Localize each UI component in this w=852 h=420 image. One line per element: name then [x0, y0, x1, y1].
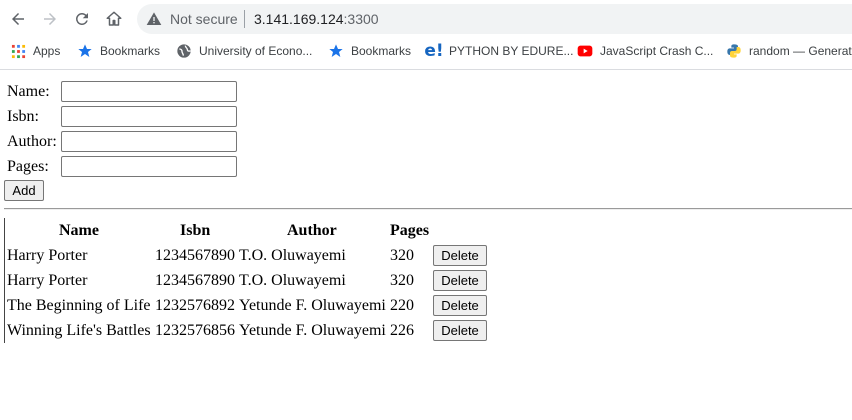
omnibox-separator: [244, 10, 245, 28]
bookmark-javascript-crash[interactable]: JavaScript Crash C...: [577, 43, 713, 59]
delete-button[interactable]: Delete: [433, 320, 487, 341]
horizontal-rule: [4, 208, 852, 210]
url-text[interactable]: 3.141.169.124:3300: [254, 11, 379, 27]
bookmark-random[interactable]: random — Generat: [726, 43, 852, 59]
bookmark-bookmarks[interactable]: Bookmarks: [77, 43, 160, 59]
bookmark-bookmarks-2[interactable]: Bookmarks: [328, 43, 411, 59]
cell-pages: 226: [390, 322, 414, 339]
add-button[interactable]: Add: [4, 180, 44, 201]
warning-triangle-icon[interactable]: [146, 11, 162, 27]
star-icon: [328, 43, 344, 59]
reload-icon: [75, 12, 88, 25]
star-icon: [77, 43, 93, 59]
cell-pages: 320: [390, 247, 414, 264]
youtube-icon: [577, 43, 593, 59]
cell-name: Harry Porter: [7, 272, 88, 289]
forward-arrow-icon: [44, 13, 56, 25]
bookmark-apps[interactable]: Apps: [10, 43, 60, 59]
reload-button[interactable]: [72, 9, 92, 29]
cell-author: T.O. Oluwayemi: [239, 247, 346, 264]
column-header-pages: Pages: [390, 222, 430, 239]
cell-name: Winning Life's Battles: [7, 322, 151, 339]
bookmark-label: JavaScript Crash C...: [600, 44, 714, 58]
cell-pages: 220: [390, 297, 414, 314]
globe-icon: [176, 43, 192, 59]
isbn-label: Isbn:: [7, 108, 39, 125]
delete-button[interactable]: Delete: [433, 270, 487, 291]
delete-button[interactable]: Delete: [433, 245, 487, 266]
pages-input[interactable]: [61, 156, 237, 177]
pages-label: Pages:: [7, 158, 49, 175]
bookmark-label: Bookmarks: [100, 44, 161, 58]
python-icon: [726, 43, 742, 59]
back-arrow-icon: [12, 13, 24, 25]
delete-button[interactable]: Delete: [433, 295, 487, 316]
bookmark-label: Apps: [33, 44, 61, 58]
name-label: Name:: [7, 83, 50, 100]
security-status[interactable]: Not secure: [170, 11, 238, 27]
apps-grid-icon: [10, 43, 26, 59]
cell-author: Yetunde F. Oluwayemi: [239, 297, 386, 314]
name-input[interactable]: [61, 81, 237, 102]
cell-name: Harry Porter: [7, 247, 88, 264]
home-icon: [106, 11, 122, 26]
bookmark-label: random — Generat: [749, 44, 852, 58]
author-input[interactable]: [61, 131, 237, 152]
bookmark-university[interactable]: University of Econo...: [176, 43, 312, 59]
column-header-author: Author: [287, 222, 337, 239]
home-button[interactable]: [104, 9, 124, 29]
url-host: 3.141.169.124: [254, 11, 344, 27]
column-header-name: Name: [59, 222, 99, 239]
table-border: [4, 218, 5, 343]
forward-button[interactable]: [40, 9, 60, 29]
cell-isbn: 1232576856: [155, 322, 235, 339]
edureka-icon: e!: [424, 41, 444, 61]
isbn-input[interactable]: [61, 106, 237, 127]
bookmarks-bar: Apps Bookmarks University of Econo... Bo…: [0, 38, 852, 64]
bookmark-label: Bookmarks: [351, 44, 412, 58]
author-label: Author:: [7, 133, 57, 150]
page-content: Name: Isbn: Author: Pages: Add Name Isbn…: [0, 70, 852, 420]
address-bar[interactable]: Not secure 3.141.169.124:3300: [137, 4, 852, 34]
back-button[interactable]: [8, 9, 28, 29]
cell-author: Yetunde F. Oluwayemi: [239, 322, 386, 339]
bookmark-python-edureka[interactable]: e! PYTHON BY EDURE...: [424, 41, 574, 61]
url-port: :3300: [343, 11, 379, 27]
column-header-isbn: Isbn: [180, 222, 211, 239]
cell-author: T.O. Oluwayemi: [239, 272, 346, 289]
cell-isbn: 1232576892: [155, 297, 235, 314]
browser-toolbar: Not secure 3.141.169.124:3300: [0, 0, 852, 38]
cell-isbn: 1234567890: [155, 247, 235, 264]
cell-name: The Beginning of Life: [7, 297, 151, 314]
cell-isbn: 1234567890: [155, 272, 235, 289]
bookmark-label: University of Econo...: [199, 44, 313, 58]
cell-pages: 320: [390, 272, 414, 289]
bookmark-label: PYTHON BY EDURE...: [449, 44, 574, 58]
